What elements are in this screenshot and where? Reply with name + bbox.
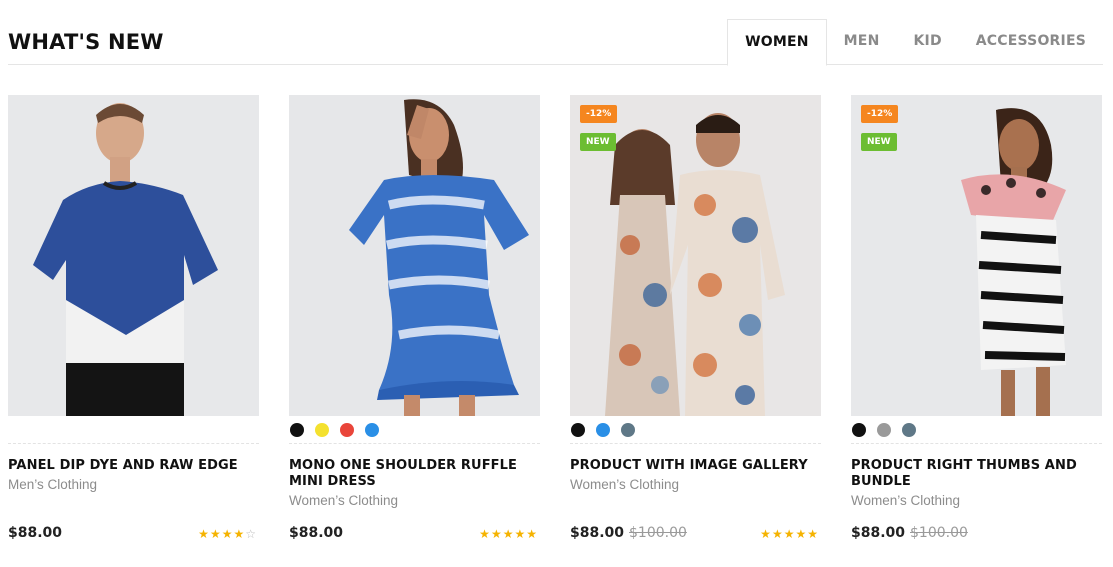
star-empty-icon: ☆: [245, 527, 257, 541]
color-swatch[interactable]: [365, 422, 379, 437]
star-filled-icon: ★: [795, 527, 808, 541]
star-filled-icon: ★: [526, 527, 538, 541]
discount-badge: -12%: [580, 105, 618, 123]
star-filled-icon: ★: [514, 527, 527, 541]
product-price: $88.00: [289, 525, 344, 541]
product-old-price: $100.00: [629, 525, 687, 541]
color-swatches: [851, 416, 1102, 444]
product-name[interactable]: PRODUCT RIGHT THUMBS AND BUNDLE: [851, 458, 1091, 490]
product-image[interactable]: [289, 95, 540, 416]
rating-stars: ★★★★★: [760, 527, 819, 541]
star-filled-icon: ★: [760, 527, 772, 541]
product-price: $88.00: [570, 525, 625, 541]
product-category[interactable]: Women’s Clothing: [851, 493, 1102, 508]
color-swatch[interactable]: [290, 422, 304, 437]
product-price: $88.00: [8, 525, 63, 541]
color-swatch[interactable]: [571, 422, 585, 437]
tab-women[interactable]: WOMEN: [727, 19, 827, 66]
star-filled-icon: ★: [490, 527, 503, 541]
color-swatch[interactable]: [902, 422, 916, 437]
product-category[interactable]: Men’s Clothing: [8, 477, 259, 492]
product-name[interactable]: PRODUCT WITH IMAGE GALLERY: [570, 458, 810, 474]
discount-badge: -12%: [861, 105, 899, 123]
tab-kid[interactable]: KID: [896, 19, 958, 65]
color-swatch[interactable]: [315, 422, 329, 437]
new-badge: NEW: [861, 133, 897, 151]
star-filled-icon: ★: [479, 527, 491, 541]
color-swatch[interactable]: [877, 422, 891, 437]
new-badge: NEW: [580, 133, 616, 151]
product-image[interactable]: [8, 95, 259, 416]
star-filled-icon: ★: [198, 527, 210, 541]
product-old-price: $100.00: [910, 525, 968, 541]
product-card[interactable]: -12% NEW PRODUCT RIGHT THUMBS AND BUNDLE…: [851, 95, 1102, 541]
category-tabs: WOMEN MEN KID ACCESSORIES: [727, 19, 1103, 66]
color-swatches: [8, 416, 259, 444]
product-category[interactable]: Women’s Clothing: [570, 477, 821, 492]
product-name[interactable]: MONO ONE SHOULDER RUFFLE MINI DRESS: [289, 458, 529, 490]
price-row: $88.00 $100.00 ★★★★★: [570, 525, 821, 545]
color-swatch[interactable]: [340, 422, 354, 437]
price-row: $88.00 ★★★★☆: [8, 525, 259, 545]
star-filled-icon: ★: [783, 527, 796, 541]
star-filled-icon: ★: [209, 527, 222, 541]
product-category[interactable]: Women’s Clothing: [289, 493, 540, 508]
color-swatches: [570, 416, 821, 444]
star-filled-icon: ★: [807, 527, 819, 541]
woman-in-tie-dye-dress-photo: [289, 95, 540, 416]
color-swatch[interactable]: [852, 422, 866, 437]
color-swatch[interactable]: [621, 422, 635, 437]
star-filled-icon: ★: [502, 527, 515, 541]
price-row: $88.00 $100.00: [851, 525, 1102, 545]
product-image[interactable]: -12% NEW: [570, 95, 821, 416]
tab-accessories[interactable]: ACCESSORIES: [959, 19, 1103, 65]
rating-stars: ★★★★★: [479, 527, 538, 541]
product-card[interactable]: PANEL DIP DYE AND RAW EDGE Men’s Clothin…: [8, 95, 259, 541]
star-filled-icon: ★: [233, 527, 246, 541]
product-image[interactable]: -12% NEW: [851, 95, 1102, 416]
color-swatch[interactable]: [596, 422, 610, 437]
color-swatches: [289, 416, 540, 444]
section-title: WHAT'S NEW: [8, 30, 164, 54]
product-price: $88.00: [851, 525, 906, 541]
rating-stars: ★★★★☆: [198, 527, 257, 541]
man-in-tshirt-photo: [8, 95, 259, 416]
product-card[interactable]: -12% NEW PRODUCT WITH IMAGE GALLERY Wome…: [570, 95, 821, 541]
section-header: WHAT'S NEW WOMEN MEN KID ACCESSORIES: [8, 18, 1103, 66]
star-filled-icon: ★: [771, 527, 784, 541]
product-name[interactable]: PANEL DIP DYE AND RAW EDGE: [8, 458, 248, 474]
star-filled-icon: ★: [221, 527, 234, 541]
price-row: $88.00 ★★★★★: [289, 525, 540, 545]
tab-men[interactable]: MEN: [827, 19, 897, 65]
product-card[interactable]: MONO ONE SHOULDER RUFFLE MINI DRESS Wome…: [289, 95, 540, 541]
